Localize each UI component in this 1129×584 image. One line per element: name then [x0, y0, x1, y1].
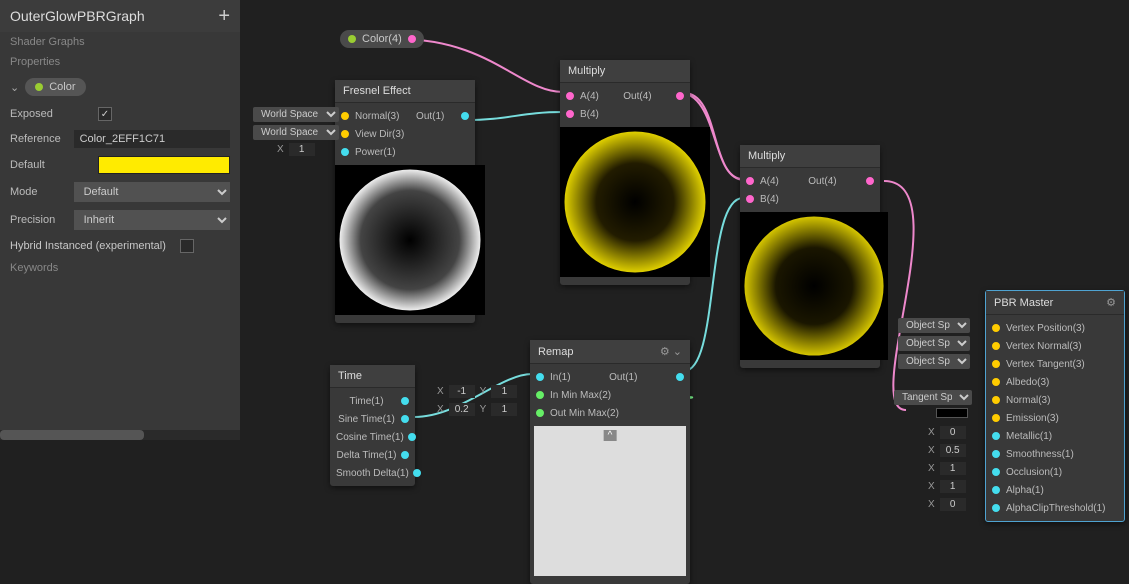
inmin-x[interactable]	[449, 385, 475, 398]
normal-space-select[interactable]: World Space	[253, 107, 339, 122]
metallic-input[interactable]	[940, 426, 966, 439]
output-port[interactable]	[676, 373, 684, 381]
precision-label: Precision	[10, 214, 66, 226]
inmin-y[interactable]	[491, 385, 517, 398]
inspector-panel: OuterGlowPBRGraph + Shader Graphs Proper…	[0, 0, 240, 440]
sidebar-scrollbar[interactable]	[0, 430, 240, 440]
node-title[interactable]: Time	[330, 365, 415, 388]
keywords-heading: Keywords	[0, 258, 240, 278]
input-port[interactable]	[566, 92, 574, 100]
mode-label: Mode	[10, 186, 66, 198]
color-dot-icon	[35, 83, 43, 91]
input-port[interactable]	[992, 468, 1000, 476]
input-port[interactable]	[341, 130, 349, 138]
preview-area: ^	[534, 426, 686, 576]
vtan-space[interactable]: Object Space	[898, 354, 970, 369]
output-port[interactable]	[401, 451, 409, 459]
time-node[interactable]: Time Time(1) Sine Time(1) Cosine Time(1)…	[330, 365, 415, 486]
multiply-node[interactable]: Multiply A(4) Out(4) B(4)	[740, 145, 880, 368]
node-title[interactable]: Multiply	[560, 60, 690, 83]
multiply-node[interactable]: Multiply A(4) Out(4) B(4)	[560, 60, 690, 285]
input-port[interactable]	[992, 486, 1000, 494]
input-port[interactable]	[992, 414, 1000, 422]
exposed-label: Exposed	[10, 108, 90, 120]
input-port[interactable]	[992, 324, 1000, 332]
property-pill[interactable]: Color	[25, 78, 85, 96]
scroll-thumb[interactable]	[0, 430, 144, 440]
input-port[interactable]	[746, 195, 754, 203]
preview-icon	[740, 212, 888, 360]
input-port[interactable]	[566, 110, 574, 118]
node-title[interactable]: Remap	[538, 346, 573, 358]
preview-icon	[560, 127, 710, 277]
input-port[interactable]	[992, 450, 1000, 458]
input-port[interactable]	[992, 396, 1000, 404]
gear-icon[interactable]: ⚙	[660, 346, 670, 358]
collapse-icon[interactable]: ⌄	[673, 346, 682, 358]
add-button[interactable]: +	[218, 9, 230, 23]
vnorm-space[interactable]: Object Space	[898, 336, 970, 351]
graph-canvas[interactable]: Color(4) World Space World Space X Fresn…	[240, 0, 1129, 580]
reference-input[interactable]	[74, 130, 230, 148]
power-x-input[interactable]	[289, 143, 315, 156]
occlusion-input[interactable]	[940, 462, 966, 475]
property-pill-label: Color	[49, 81, 75, 93]
inspector-header: OuterGlowPBRGraph +	[0, 0, 240, 32]
clip-input[interactable]	[940, 498, 966, 511]
precision-select[interactable]: Inherit	[74, 210, 230, 230]
viewdir-space-select[interactable]: World Space	[253, 125, 339, 140]
fresnel-node[interactable]: World Space World Space X Fresnel Effect…	[335, 80, 475, 323]
input-port[interactable]	[536, 391, 544, 399]
output-port[interactable]	[408, 35, 416, 43]
default-label: Default	[10, 159, 90, 171]
input-port[interactable]	[746, 177, 754, 185]
input-port[interactable]	[992, 378, 1000, 386]
chevron-down-icon[interactable]: ⌄	[10, 81, 19, 94]
reference-label: Reference	[10, 133, 66, 145]
outmin-y[interactable]	[491, 403, 517, 416]
gear-icon[interactable]: ⚙	[1106, 296, 1116, 309]
emission-color-swatch[interactable]	[936, 408, 968, 418]
node-title[interactable]: Multiply	[740, 145, 880, 168]
input-port[interactable]	[536, 373, 544, 381]
input-port[interactable]	[341, 112, 349, 120]
input-port[interactable]	[992, 360, 1000, 368]
input-port[interactable]	[992, 504, 1000, 512]
output-port[interactable]	[461, 112, 469, 120]
output-port[interactable]	[408, 433, 416, 441]
output-port[interactable]	[401, 415, 409, 423]
default-color-swatch[interactable]	[98, 156, 230, 174]
alpha-input[interactable]	[940, 480, 966, 493]
input-port[interactable]	[341, 148, 349, 156]
output-port[interactable]	[401, 397, 409, 405]
preview-icon	[335, 165, 485, 315]
normal-space[interactable]: Tangent Space	[894, 390, 972, 405]
pbr-master-node[interactable]: Object Space Object Space Object Space T…	[985, 290, 1125, 522]
color-dot-icon	[348, 35, 356, 43]
vpos-space[interactable]: Object Space	[898, 318, 970, 333]
graph-subtitle: Shader Graphs	[0, 32, 240, 52]
exposed-checkbox[interactable]	[98, 107, 112, 121]
color-node-label: Color(4)	[362, 33, 402, 45]
properties-heading: Properties	[0, 52, 240, 72]
collapse-arrow-icon[interactable]: ^	[604, 430, 617, 441]
output-port[interactable]	[676, 92, 684, 100]
input-port[interactable]	[992, 342, 1000, 350]
node-title[interactable]: Fresnel Effect	[335, 80, 475, 103]
mode-select[interactable]: Default	[74, 182, 230, 202]
smoothness-input[interactable]	[940, 444, 966, 457]
input-port[interactable]	[536, 409, 544, 417]
color-property-node[interactable]: Color(4)	[340, 30, 424, 48]
output-port[interactable]	[413, 469, 421, 477]
input-port[interactable]	[992, 432, 1000, 440]
hybrid-checkbox[interactable]	[180, 239, 194, 253]
hybrid-label: Hybrid Instanced (experimental)	[10, 240, 166, 252]
node-title[interactable]: PBR Master	[994, 297, 1053, 309]
remap-node[interactable]: X Y X Y Remap ⚙ ⌄ In(1) Out(1) In Min Ma…	[530, 340, 690, 584]
graph-title: OuterGlowPBRGraph	[10, 8, 145, 24]
output-port[interactable]	[866, 177, 874, 185]
outmin-x[interactable]	[449, 403, 475, 416]
